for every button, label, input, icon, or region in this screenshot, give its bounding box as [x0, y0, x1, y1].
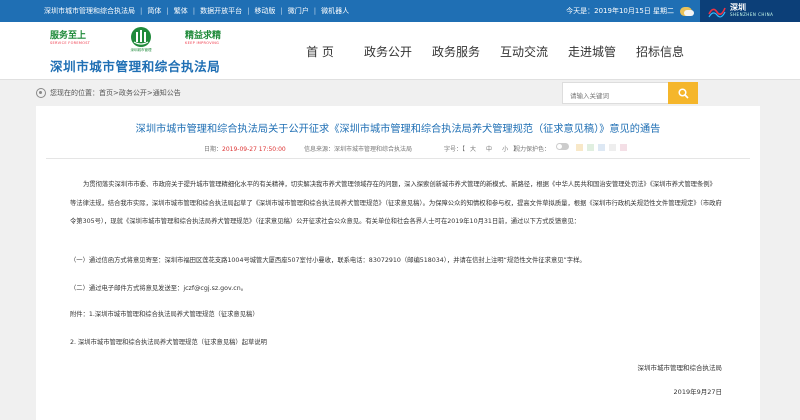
color-swatch-beige[interactable]	[576, 144, 583, 151]
article-panel: 深圳市城市管理和综合执法局关于公开征求《深圳市城市管理和综合执法局养犬管理规范（…	[36, 106, 760, 420]
search-button[interactable]	[668, 82, 698, 104]
attachment-link-2[interactable]: 2. 深圳市城市管理和综合执法局养犬管理规范（征求意见稿）起草说明	[70, 334, 722, 353]
site-header: 服务至上 SERVICE FOREMOST 深圳城市管理 精益求精 KEEP I…	[0, 22, 800, 80]
article-paragraph-email: （二）通过电子邮件方式将意见发送至：jczf@cgj.sz.gov.cn。	[70, 285, 248, 292]
wave-icon	[708, 7, 726, 18]
breadcrumb-text[interactable]: 您现在的位置：首页>政务公开>通知公告	[50, 88, 181, 98]
article-source: 信息来源：深圳市城市管理和综合执法局	[304, 146, 413, 153]
link-robot[interactable]: 微机器人	[321, 6, 349, 16]
link-traditional[interactable]: 繁体	[174, 6, 188, 16]
link-micro-portal[interactable]: 微门户	[288, 6, 309, 16]
search-box	[562, 82, 698, 106]
nav-government-affairs[interactable]: 政务公开	[354, 43, 422, 60]
font-size-label: 字号：	[444, 146, 463, 153]
main-nav: 首 页 政务公开 政务服务 互动交流 走进城管 招标信息	[286, 22, 694, 80]
nav-interaction[interactable]: 互动交流	[490, 43, 558, 60]
article-paragraph-letter: （一）通过信函方式将意见寄至：深圳市福田区莲花支路1004号城管大厦西座507室…	[70, 257, 586, 264]
vision-protection-label: 视力保护色：	[514, 146, 551, 153]
font-size-medium[interactable]: 中	[486, 146, 492, 153]
city-logo-en: SHENZHEN CHINA	[730, 12, 774, 17]
link-mobile[interactable]: 移动版	[254, 6, 275, 16]
weather-icon	[680, 6, 694, 16]
nav-about[interactable]: 走进城管	[558, 43, 626, 60]
city-management-emblem-icon	[131, 27, 151, 47]
emblem-text: 深圳城市管理	[130, 48, 152, 52]
search-input[interactable]	[563, 86, 663, 106]
attachment-link-1[interactable]: 附件：1.深圳市城市管理和综合执法局养犬管理规范（征求意见稿）	[70, 306, 722, 325]
color-swatch-green[interactable]	[587, 144, 594, 151]
link-open-data[interactable]: 数据开放平台	[200, 6, 242, 16]
slogan-right-en: KEEP IMPROVING	[185, 41, 220, 45]
meta-divider	[46, 158, 750, 159]
slogan-right: 精益求精	[185, 31, 222, 41]
link-simplified[interactable]: 简体	[147, 6, 161, 16]
font-size-large[interactable]: 大	[470, 146, 476, 153]
color-swatch-gray[interactable]	[609, 144, 616, 151]
date-label: 日期：	[204, 146, 223, 153]
search-icon	[677, 87, 689, 99]
nav-government-services[interactable]: 政务服务	[422, 43, 490, 60]
top-right: 今天是：2019年10月15日 星期二 深圳 SHENZHEN CHINA	[566, 0, 800, 22]
vision-toggle[interactable]	[556, 143, 569, 150]
site-logo[interactable]: 服务至上 SERVICE FOREMOST 深圳城市管理 精益求精 KEEP I…	[40, 26, 240, 76]
top-links: 深圳市城市管理和综合执法局 | 简体 | 繁体 | 数据开放平台 | 移动版 |…	[44, 0, 349, 22]
separator: |	[247, 7, 250, 15]
shenzhen-city-logo[interactable]: 深圳 SHENZHEN CHINA	[700, 0, 800, 22]
separator: |	[192, 7, 196, 15]
site-name-link[interactable]: 深圳市城市管理和综合执法局	[44, 6, 135, 16]
bureau-name: 深圳市城市管理和综合执法局	[50, 59, 221, 74]
article-meta: 日期：2019-09-27 17:50:00 信息来源：深圳市城市管理和综合执法…	[36, 143, 760, 158]
slogan-left-en: SERVICE FOREMOST	[50, 41, 91, 45]
article-paragraph-intro: 为贯彻落实深圳市市委、市政府关于提升城市管理精细化水平的有关精神，切实解决我市养…	[70, 181, 722, 225]
nav-tenders[interactable]: 招标信息	[626, 43, 694, 60]
separator: |	[280, 7, 283, 15]
separator: |	[140, 7, 143, 15]
signature: 深圳市城市管理和综合执法局	[637, 364, 723, 372]
font-size-small[interactable]: 小	[502, 146, 508, 153]
slogan-left: 服务至上	[50, 31, 87, 41]
separator: |	[313, 7, 317, 15]
color-swatch-pink[interactable]	[620, 144, 627, 151]
date-text: 今天是：2019年10月15日 星期二	[566, 7, 674, 15]
nav-home[interactable]: 首 页	[286, 43, 354, 60]
signature-date: 2019年9月27日	[673, 388, 722, 396]
date-value: 2019-09-27 17:50:00	[222, 146, 286, 153]
publish-date: 日期：2019-09-27 17:50:00	[204, 144, 286, 153]
font-size-control: 字号：【大中小】	[444, 146, 520, 153]
separator: |	[166, 7, 169, 15]
color-swatch-blue[interactable]	[598, 144, 605, 151]
location-icon	[36, 88, 46, 98]
top-bar: 深圳市城市管理和综合执法局 | 简体 | 繁体 | 数据开放平台 | 移动版 |…	[0, 0, 800, 22]
article-title: 深圳市城市管理和综合执法局关于公开征求《深圳市城市管理和综合执法局养犬管理规范（…	[135, 124, 661, 135]
